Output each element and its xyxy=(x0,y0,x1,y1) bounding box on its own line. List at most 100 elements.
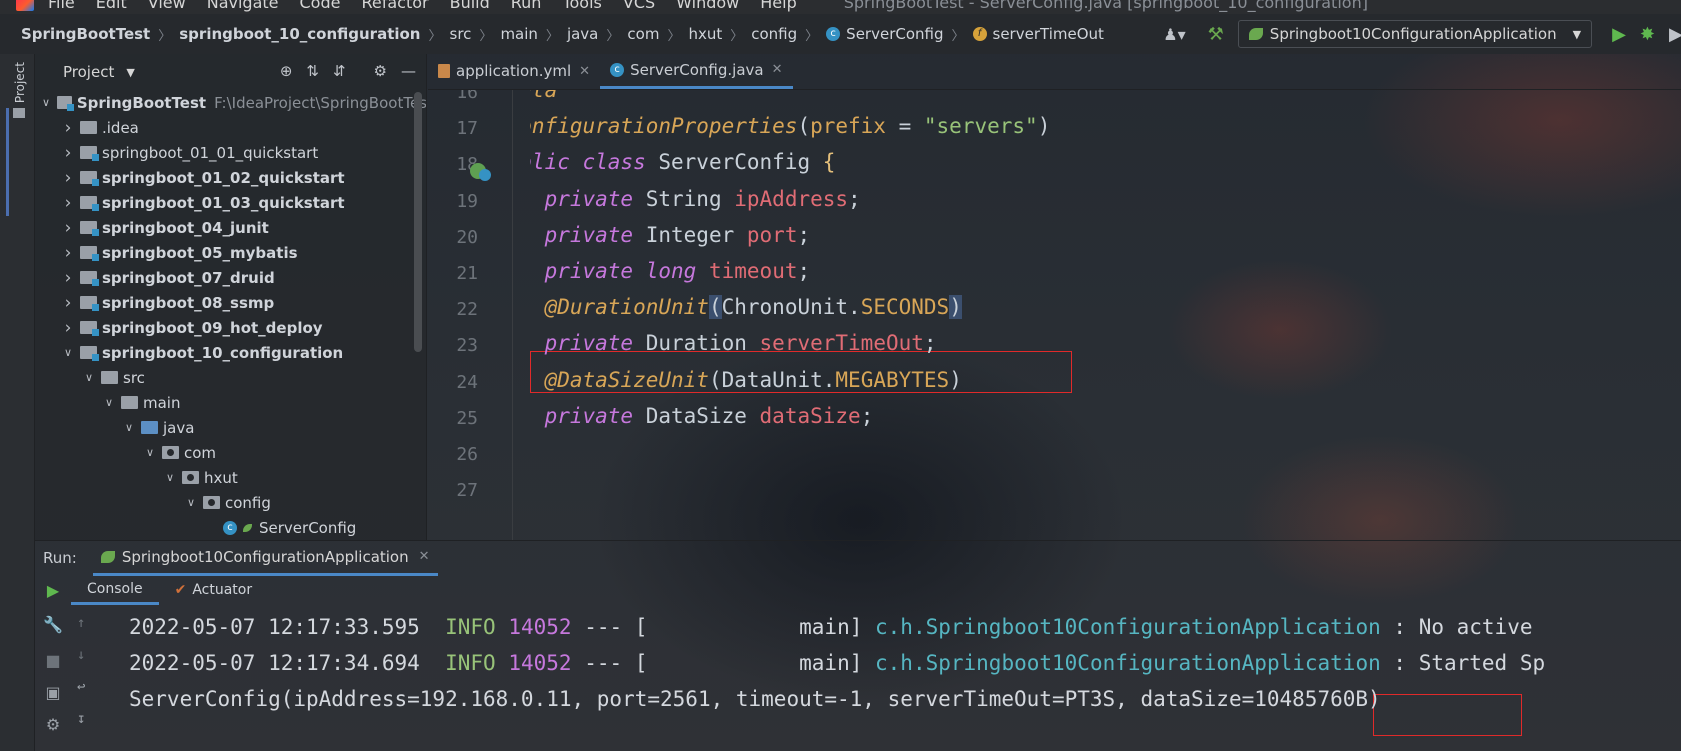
chevron-right-icon[interactable]: › xyxy=(60,243,76,263)
breadcrumb-item[interactable]: com xyxy=(627,25,659,43)
tree-item-package[interactable]: ∨ hxut xyxy=(35,465,426,490)
run-tab[interactable]: Springboot10ConfigurationApplication ✕ xyxy=(92,541,438,576)
breadcrumb-separator-icon: 〉 xyxy=(158,28,172,44)
breadcrumb-item[interactable]: hxut xyxy=(688,25,722,43)
chevron-down-icon[interactable]: ∨ xyxy=(101,396,117,409)
chevron-down-icon[interactable]: ∨ xyxy=(183,496,199,509)
close-icon[interactable]: ✕ xyxy=(772,62,783,77)
tree-item-module[interactable]: › springboot_05_mybatis xyxy=(35,240,426,265)
tree-item-src[interactable]: ∨ src xyxy=(35,365,426,390)
user-icon[interactable]: ♟▾ xyxy=(1163,25,1185,44)
tree-item-label: springboot_10_configuration xyxy=(102,343,344,362)
scroll-to-end-icon[interactable]: ↧ xyxy=(77,711,85,727)
chevron-right-icon[interactable]: › xyxy=(60,193,76,213)
menu-item-code[interactable]: Code xyxy=(300,0,341,12)
console-arrow-down-icon[interactable]: ↓ xyxy=(77,647,85,663)
code-token: ; xyxy=(923,331,937,356)
tree-item-class[interactable]: c ServerConfig xyxy=(35,515,426,540)
tree-item-main[interactable]: ∨ main xyxy=(35,390,426,415)
locate-icon[interactable]: ⊕ xyxy=(280,62,293,80)
spring-bean-gutter-icon[interactable] xyxy=(468,161,494,183)
chevron-right-icon[interactable]: › xyxy=(60,293,76,313)
tree-item-java[interactable]: ∨ java xyxy=(35,415,426,440)
rerun-icon[interactable]: ▶ xyxy=(43,581,63,601)
breadcrumb-item[interactable]: f serverTimeOut xyxy=(972,25,1104,43)
chevron-right-icon[interactable]: › xyxy=(60,143,76,163)
menu-item-edit[interactable]: Edit xyxy=(96,0,127,12)
tree-item-root[interactable]: ∨ SpringBootTest F:\IdeaProject\SpringBoot… xyxy=(35,90,426,115)
build-hammer-icon[interactable]: ⚒ xyxy=(1208,24,1224,45)
menu-item-file[interactable]: File xyxy=(48,0,75,12)
breadcrumb-item[interactable]: springboot_10_configuration xyxy=(179,25,420,43)
camera-icon[interactable]: ▣ xyxy=(43,683,63,703)
soft-wrap-icon[interactable]: ↩ xyxy=(77,679,85,695)
console-output[interactable]: ↑ ↓ ↩ ↧ 2022-05-07 12:17:33.595 INFO 140… xyxy=(71,605,1681,751)
chevron-down-icon[interactable]: ∨ xyxy=(162,471,178,484)
menu-item-view[interactable]: View xyxy=(148,0,186,12)
close-icon[interactable]: ✕ xyxy=(579,64,590,79)
tab-serverconfig-java[interactable]: c ServerConfig.java ✕ xyxy=(600,53,793,89)
tree-item-module[interactable]: › springboot_04_junit xyxy=(35,215,426,240)
tab-actuator[interactable]: ✔ Actuator xyxy=(159,575,269,605)
code-token: long xyxy=(645,259,697,283)
chevron-right-icon[interactable]: › xyxy=(60,218,76,238)
gear-icon[interactable]: ⚙ xyxy=(374,62,387,80)
menu-item-build[interactable]: Build xyxy=(450,0,490,12)
chevron-right-icon[interactable]: › xyxy=(60,118,76,138)
breadcrumb-item[interactable]: c ServerConfig xyxy=(826,25,944,43)
tree-item-module[interactable]: › springboot_09_hot_deploy xyxy=(35,315,426,340)
breadcrumb-item[interactable]: config xyxy=(751,25,797,43)
breadcrumb-item[interactable]: SpringBootTest xyxy=(21,25,150,43)
log-msg: : No active xyxy=(1393,615,1533,639)
minimize-icon[interactable]: — xyxy=(401,62,416,80)
scrollbar[interactable] xyxy=(414,92,422,352)
menu-item-run[interactable]: Run xyxy=(511,0,542,12)
menu-item-tools[interactable]: Tools xyxy=(562,0,601,12)
tree-item-module[interactable]: › springboot_01_02_quickstart xyxy=(35,165,426,190)
run-icon[interactable]: ▶ xyxy=(1612,24,1626,45)
menu-item-refactor[interactable]: Refactor xyxy=(361,0,428,12)
chevron-down-icon[interactable]: ▼ xyxy=(126,66,134,79)
tree-item-module[interactable]: › springboot_08_ssmp xyxy=(35,290,426,315)
tab-application-yml[interactable]: application.yml ✕ xyxy=(428,53,600,89)
chevron-down-icon[interactable]: ∨ xyxy=(81,371,97,384)
menu-item-window[interactable]: Window xyxy=(676,0,739,12)
coverage-icon[interactable]: ▶ xyxy=(1669,24,1681,45)
project-view-label[interactable]: Project xyxy=(63,63,114,81)
code-token: private xyxy=(544,403,634,428)
chevron-right-icon[interactable]: › xyxy=(60,268,76,288)
intellij-logo-icon xyxy=(16,0,34,11)
debug-icon[interactable]: ✸ xyxy=(1640,24,1655,45)
breadcrumb-item[interactable]: src xyxy=(450,25,472,43)
menu-item-navigate[interactable]: Navigate xyxy=(207,0,279,12)
chevron-right-icon[interactable]: › xyxy=(60,318,76,338)
breadcrumb-item[interactable]: java xyxy=(567,25,598,43)
tab-console[interactable]: Console xyxy=(71,575,159,605)
menu-item-help[interactable]: Help xyxy=(760,0,796,12)
code-line: private Duration serverTimeOut; xyxy=(530,331,937,355)
tree-item-module[interactable]: › springboot_07_druid xyxy=(35,265,426,290)
wrench-icon[interactable]: 🔧 xyxy=(43,615,63,635)
tree-item-package[interactable]: ∨ com xyxy=(35,440,426,465)
tree-item-module[interactable]: ∨ springboot_10_configuration xyxy=(35,340,426,365)
chevron-down-icon[interactable]: ∨ xyxy=(142,446,158,459)
tree-item-package[interactable]: ∨ config xyxy=(35,490,426,515)
collapse-all-icon[interactable]: ⇵ xyxy=(333,62,346,80)
chevron-down-icon[interactable]: ∨ xyxy=(39,96,53,109)
code-editor[interactable]: @Data@ConfigurationProperties(prefix = "… xyxy=(530,90,1681,540)
chevron-down-icon[interactable]: ∨ xyxy=(121,421,137,434)
tree-item-module[interactable]: › .idea xyxy=(35,115,426,140)
chevron-right-icon[interactable]: › xyxy=(60,168,76,188)
menu-item-vcs[interactable]: VCS xyxy=(623,0,655,12)
chevron-down-icon[interactable]: ∨ xyxy=(60,346,76,359)
tree-item-module[interactable]: › springboot_01_01_quickstart xyxy=(35,140,426,165)
breadcrumb-item[interactable]: main xyxy=(500,25,537,43)
expand-all-icon[interactable]: ⇅ xyxy=(306,62,319,80)
console-arrow-up-icon[interactable]: ↑ xyxy=(77,615,85,631)
stop-icon[interactable]: ■ xyxy=(43,651,63,671)
close-icon[interactable]: ✕ xyxy=(419,549,430,564)
run-configuration-select[interactable]: Springboot10ConfigurationApplication ▼ xyxy=(1237,20,1593,48)
tree-item-module[interactable]: › springboot_01_03_quickstart xyxy=(35,190,426,215)
settings-icon[interactable]: ⚙ xyxy=(43,715,63,735)
project-tool-button[interactable]: Project xyxy=(13,62,27,103)
